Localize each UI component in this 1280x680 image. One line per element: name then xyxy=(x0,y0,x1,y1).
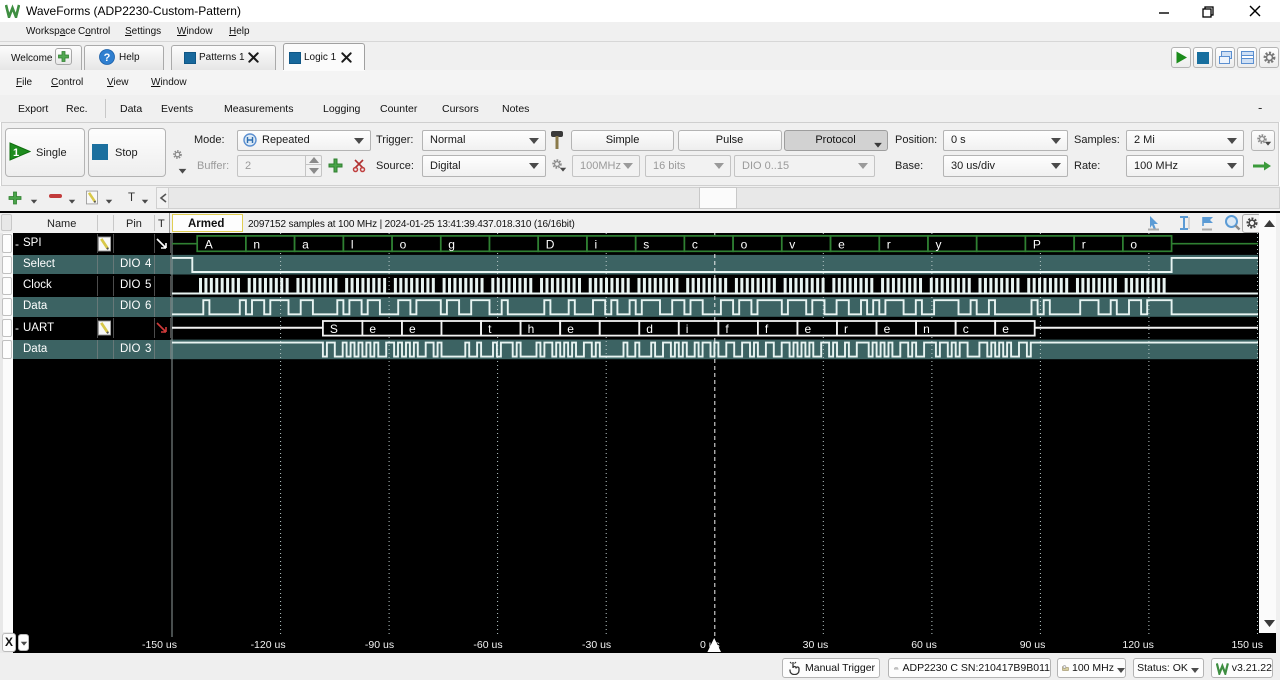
svg-text:-90 us: -90 us xyxy=(365,639,394,651)
svg-text:s: s xyxy=(643,237,649,251)
svg-text:e: e xyxy=(884,322,891,336)
svg-text:c: c xyxy=(692,237,698,251)
svg-text:o: o xyxy=(1130,237,1137,251)
svg-text:g: g xyxy=(448,237,455,251)
svg-text:l: l xyxy=(351,237,354,251)
svg-text:r: r xyxy=(844,322,848,336)
svg-text:e: e xyxy=(567,322,574,336)
svg-text:-60 us: -60 us xyxy=(473,639,502,651)
svg-text:e: e xyxy=(1002,322,1009,336)
svg-text:P: P xyxy=(1033,237,1041,251)
svg-text:n: n xyxy=(923,322,930,336)
svg-text:e: e xyxy=(838,237,845,251)
svg-text:e: e xyxy=(369,322,376,336)
svg-text:S: S xyxy=(330,322,338,336)
svg-text:150 us: 150 us xyxy=(1231,639,1263,651)
svg-text:d: d xyxy=(646,322,653,336)
svg-text:e: e xyxy=(409,322,416,336)
svg-text:60 us: 60 us xyxy=(911,639,937,651)
svg-text:30 us: 30 us xyxy=(803,639,829,651)
svg-text:n: n xyxy=(253,237,260,251)
svg-text:-150 us: -150 us xyxy=(142,639,177,651)
svg-text:h: h xyxy=(528,322,535,336)
svg-text:c: c xyxy=(963,322,969,336)
svg-text:-30 us: -30 us xyxy=(582,639,611,651)
svg-text:y: y xyxy=(936,237,942,251)
svg-text:a: a xyxy=(302,237,309,251)
svg-text:r: r xyxy=(887,237,891,251)
svg-text:120 us: 120 us xyxy=(1122,639,1154,651)
svg-text:90 us: 90 us xyxy=(1020,639,1046,651)
svg-text:e: e xyxy=(805,322,812,336)
svg-text:o: o xyxy=(741,237,748,251)
svg-text:D: D xyxy=(546,237,555,251)
svg-text:v: v xyxy=(789,237,795,251)
svg-text:o: o xyxy=(400,237,407,251)
svg-text:r: r xyxy=(1082,237,1086,251)
svg-text:A: A xyxy=(205,237,213,251)
svg-text:i: i xyxy=(686,322,689,336)
svg-text:i: i xyxy=(595,237,598,251)
svg-text:-120 us: -120 us xyxy=(251,639,286,651)
